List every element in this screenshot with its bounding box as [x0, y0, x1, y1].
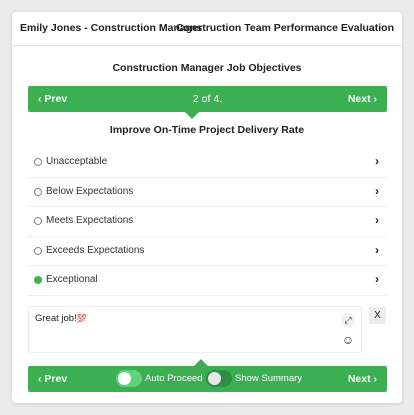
chevron-right-icon: › [375, 154, 379, 168]
radio-button[interactable] [34, 187, 42, 196]
next-label: Next [347, 93, 371, 105]
show-summary-toggle[interactable] [206, 370, 232, 387]
radio-button[interactable] [34, 246, 42, 255]
radio-button[interactable] [34, 217, 42, 225]
option-exceeds-expectations[interactable]: Exceeds Expectations › [28, 237, 387, 266]
comment-text: Great job!💯 [35, 313, 87, 324]
bottom-navigation-bar: ‹ Prev Auto Proceed Show Summary Next › [28, 366, 387, 392]
radio-button-selected[interactable] [34, 276, 42, 284]
auto-proceed-label: Auto Proceed [145, 373, 203, 384]
header: Emily Jones - Construction Manager Const… [12, 12, 402, 46]
chevron-right-icon: › [375, 272, 379, 286]
prev-label: Prev [44, 373, 68, 385]
comment-text-value: Great job! [35, 313, 77, 324]
chevron-right-icon: › [375, 242, 379, 257]
chevron-right-icon: › [375, 183, 379, 198]
rating-options: Unacceptable › Below Expectations › Meet… [28, 148, 387, 296]
comment-box[interactable]: Great job!💯 ⤢ ☺ [28, 306, 362, 353]
auto-proceed-toggle[interactable] [116, 370, 142, 387]
option-exceptional[interactable]: Exceptional › [28, 266, 387, 296]
employee-title: Emily Jones - Construction Manager [20, 22, 203, 34]
next-label: Next [347, 373, 371, 385]
expand-icon[interactable]: ⤢ [341, 313, 355, 327]
clear-comment-button[interactable]: X [369, 307, 386, 324]
section-title: Construction Manager Job Objectives [112, 62, 302, 74]
chevron-right-icon: › [373, 373, 378, 385]
option-label: Meets Expectations [46, 215, 134, 226]
radio-button[interactable] [34, 158, 42, 166]
option-unacceptable[interactable]: Unacceptable › [28, 148, 387, 178]
next-button[interactable]: Next › [348, 373, 377, 385]
next-button[interactable]: Next › [348, 93, 377, 105]
chevron-right-icon: › [373, 93, 378, 105]
evaluation-title: Construction Team Performance Evaluation [175, 22, 394, 34]
option-label: Unacceptable [46, 156, 108, 167]
show-summary-label: Show Summary [235, 373, 303, 384]
emoji-picker-icon[interactable]: ☺ [341, 333, 355, 347]
option-below-expectations[interactable]: Below Expectations › [28, 178, 387, 207]
toggle-knob [118, 372, 131, 385]
hundred-points-emoji: 💯 [76, 314, 87, 323]
option-label: Exceeds Expectations [46, 244, 145, 256]
top-navigation-bar: ‹ Prev 2 of 4. Next › [28, 86, 387, 112]
option-label: Below Expectations [46, 185, 134, 197]
chevron-left-icon: ‹ [38, 373, 42, 385]
page-indicator: 2 of 4. [192, 93, 223, 105]
prev-button[interactable]: ‹ Prev [38, 373, 67, 385]
bar-pointer-down [185, 112, 199, 119]
bar-pointer-up [194, 359, 208, 366]
evaluation-card: Emily Jones - Construction Manager Const… [12, 12, 402, 403]
question-title: Improve On-Time Project Delivery Rate [109, 124, 305, 136]
chevron-right-icon: › [375, 213, 379, 227]
option-meets-expectations[interactable]: Meets Expectations › [28, 207, 387, 237]
toggle-knob [208, 372, 221, 385]
option-label: Exceptional [46, 274, 98, 285]
